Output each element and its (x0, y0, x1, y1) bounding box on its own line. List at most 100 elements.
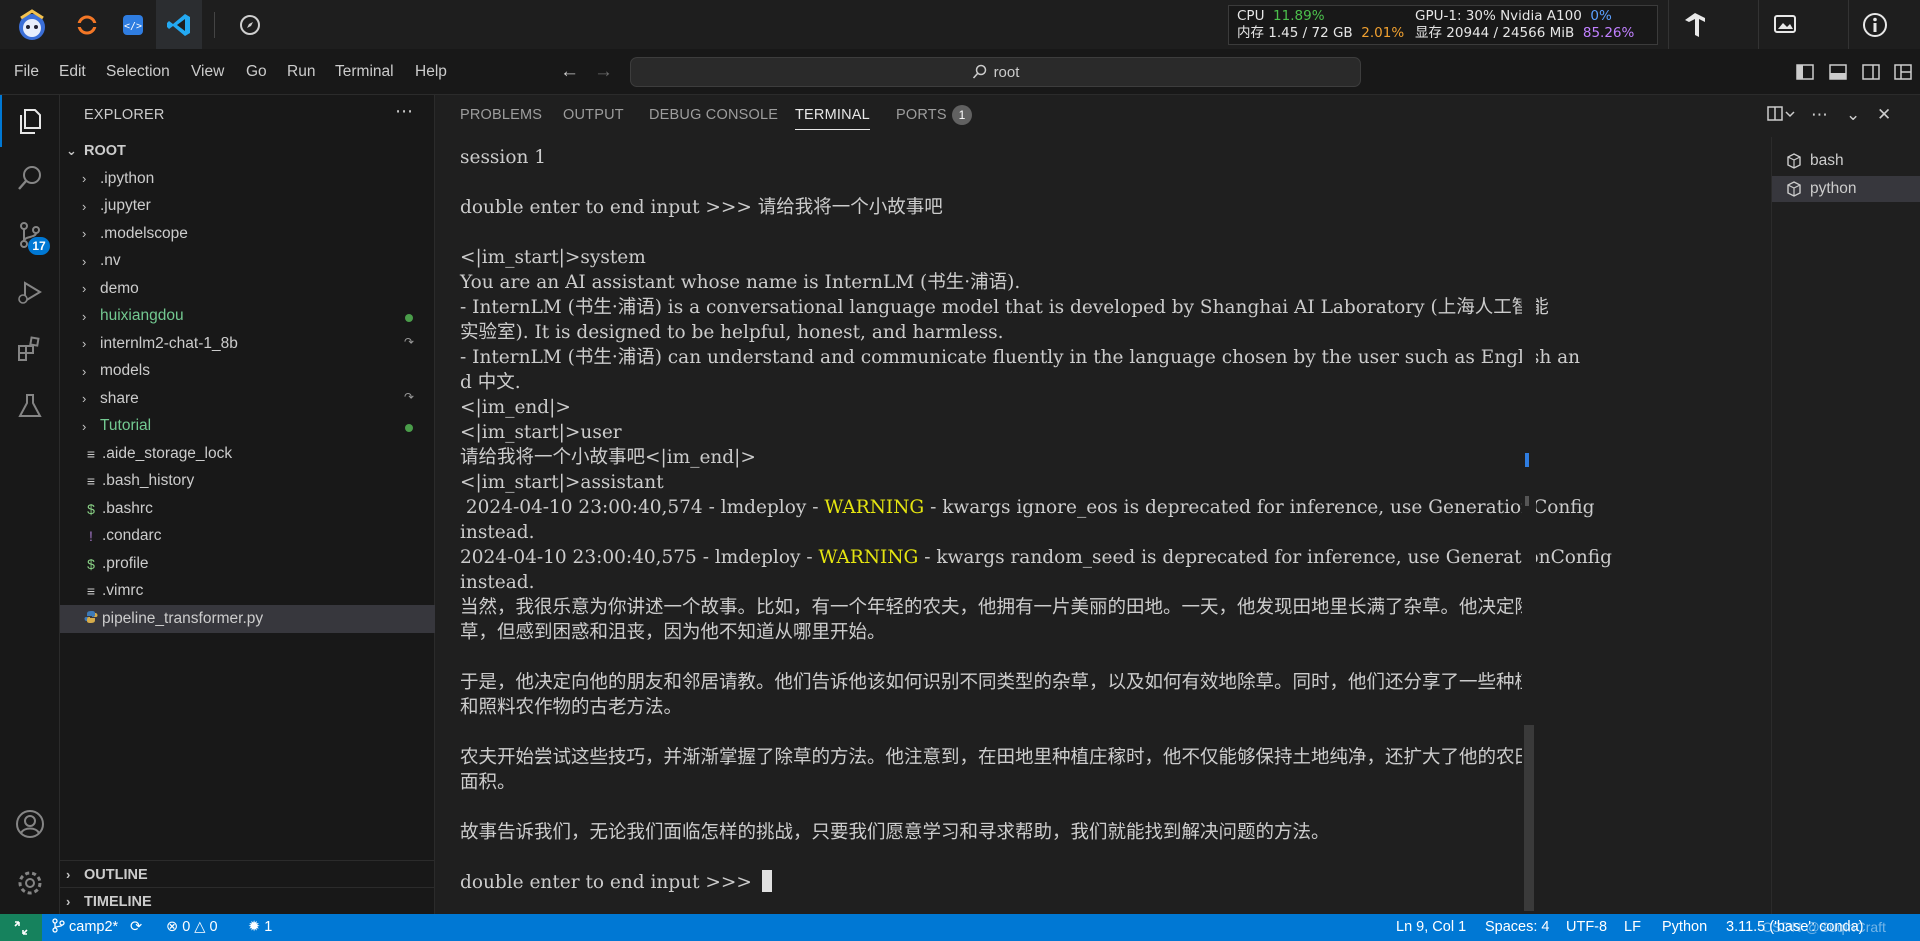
tree-folder-internlm2[interactable]: › internlm2-chat-1_8b ↷ (60, 330, 435, 358)
menu-edit[interactable]: Edit (59, 49, 86, 95)
command-center-search[interactable]: root (630, 57, 1361, 87)
menu-go[interactable]: Go (246, 49, 267, 95)
outline-section-header[interactable]: › OUTLINE (60, 860, 435, 888)
menu-run[interactable]: Run (287, 49, 315, 95)
close-panel-icon[interactable]: ✕ (1877, 105, 1891, 125)
tree-item-label: .aide_storage_lock (102, 444, 233, 462)
root-folder-header[interactable]: ⌄ ROOT (60, 138, 435, 164)
tree-file-profile[interactable]: $ .profile (60, 550, 435, 578)
split-terminal-icon[interactable] (1767, 105, 1797, 128)
explorer-icon[interactable] (0, 95, 60, 147)
remote-indicator-icon[interactable] (0, 914, 42, 941)
story-line: 草，但感到困惑和沮丧，因为他不知道从哪里开始。 (460, 622, 886, 643)
tab-ports[interactable]: PORTS (896, 107, 947, 123)
text-file-icon: ≡ (86, 473, 96, 490)
git-branch[interactable]: camp2* (52, 914, 118, 941)
menu-terminal[interactable]: Terminal (335, 49, 394, 95)
menu-view[interactable]: View (191, 49, 224, 95)
tree-file-pipeline-transformer[interactable]: pipeline_transformer.py (60, 605, 435, 633)
tree-file-aide-storage-lock[interactable]: ≡ .aide_storage_lock (60, 440, 435, 468)
chevron-right-icon: › (82, 198, 87, 214)
tree-folder-demo[interactable]: › demo (60, 275, 435, 303)
tree-file-bash-history[interactable]: ≡ .bash_history (60, 468, 435, 496)
toggle-primary-sidebar-icon[interactable] (1795, 62, 1815, 82)
testing-flask-icon[interactable] (0, 380, 60, 432)
toggle-secondary-sidebar-icon[interactable] (1861, 62, 1881, 82)
command-center-label: root (993, 63, 1020, 81)
forward-arrow-icon[interactable]: → (594, 61, 613, 83)
chevron-right-icon: › (82, 226, 87, 242)
terminal-entry-bash[interactable]: bash (1772, 148, 1920, 174)
back-arrow-icon[interactable]: ← (560, 61, 579, 83)
tree-file-vimrc[interactable]: ≡ .vimrc (60, 578, 435, 606)
tree-file-condarc[interactable]: ! .condarc (60, 523, 435, 551)
search-icon[interactable] (0, 152, 60, 204)
chevron-down-icon: ⌄ (66, 143, 77, 158)
image-toggle-icon[interactable] (1758, 0, 1810, 49)
terminal-scrollbar[interactable] (1522, 140, 1536, 914)
run-debug-icon[interactable] (0, 266, 60, 318)
outline-label: OUTLINE (84, 866, 148, 883)
symlink-icon: ↷ (404, 390, 415, 404)
story-line: 农夫开始尝试这些技巧，并渐渐掌握了除草的方法。他注意到，在田地里种植庄稼时，他不… (460, 747, 1534, 768)
menu-help[interactable]: Help (415, 49, 447, 95)
ai-studio-logo-icon[interactable] (0, 0, 64, 49)
tab-debug-console[interactable]: DEBUG CONSOLE (649, 107, 778, 123)
tree-folder-jupyter[interactable]: › .jupyter (60, 193, 435, 221)
info-icon[interactable] (1848, 0, 1900, 49)
timeline-section-header[interactable]: › TIMELINE (60, 887, 435, 915)
tree-item-label: models (100, 362, 150, 380)
tree-folder-huixiangdou[interactable]: › huixiangdou (60, 303, 435, 331)
tab-output[interactable]: OUTPUT (563, 107, 624, 123)
tree-folder-share[interactable]: › share ↷ (60, 385, 435, 413)
tree-folder-tutorial[interactable]: › Tutorial (60, 413, 435, 441)
sync-icon[interactable]: ⟳ (130, 914, 142, 941)
terminal-line: 请给我将一个小故事吧<|im_end|> (460, 447, 756, 468)
tree-folder-models[interactable]: › models (60, 358, 435, 386)
encoding[interactable]: UTF-8 (1566, 914, 1607, 941)
scrollbar-thumb[interactable] (1524, 725, 1534, 911)
source-control-badge: 17 (28, 237, 50, 255)
source-control-icon[interactable]: 17 (0, 209, 60, 261)
gpu-percent: 0% (1590, 8, 1612, 24)
tree-folder-modelscope[interactable]: › .modelscope (60, 220, 435, 248)
compass-app-icon[interactable] (227, 0, 273, 49)
terminal-entry-python[interactable]: python (1772, 176, 1920, 202)
scrollbar-marker (1525, 453, 1529, 467)
maximize-panel-chevron-icon[interactable]: ⌄ (1846, 105, 1860, 125)
vscode-app-icon[interactable] (156, 0, 202, 49)
tree-folder-ipython[interactable]: › .ipython (60, 165, 435, 193)
cursor-position[interactable]: Ln 9, Col 1 (1396, 914, 1466, 941)
tree-folder-nv[interactable]: › .nv (60, 248, 435, 276)
tree-file-bashrc[interactable]: $ .bashrc (60, 495, 435, 523)
branch-name: camp2* (69, 919, 119, 935)
settings-gear-icon[interactable] (0, 857, 60, 909)
tensorflow-icon[interactable] (1668, 0, 1720, 49)
activity-bar: 17 (0, 95, 60, 914)
menu-file[interactable]: File (14, 49, 39, 95)
extensions-icon[interactable] (0, 323, 60, 375)
jupyter-app-icon[interactable] (64, 0, 110, 49)
end-of-line[interactable]: LF (1624, 914, 1641, 941)
log-prefix: 2024-04-10 23:00:40,574 - lmdeploy - (460, 497, 825, 518)
error-icon: ⊗ (166, 919, 179, 935)
terminal-name: bash (1810, 152, 1844, 169)
account-icon[interactable] (0, 798, 60, 850)
terminal-output[interactable]: session 1 double enter to end input >>> … (460, 145, 1612, 910)
customize-layout-icon[interactable] (1893, 62, 1913, 82)
indentation[interactable]: Spaces: 4 (1485, 914, 1550, 941)
root-folder-label: ROOT (84, 143, 126, 159)
terminal-line: instead. (460, 522, 535, 543)
language-mode[interactable]: Python (1662, 914, 1707, 941)
ports-indicator[interactable]: ✹ 1 (248, 914, 272, 941)
tab-terminal[interactable]: TERMINAL (795, 107, 870, 130)
memory-percent: 2.01% (1361, 25, 1405, 41)
toggle-panel-icon[interactable] (1828, 62, 1848, 82)
problems-indicator[interactable]: ⊗ 0 △ 0 (166, 914, 218, 941)
menu-selection[interactable]: Selection (106, 49, 170, 95)
more-actions-icon[interactable]: ⋯ (395, 101, 413, 122)
more-actions-icon[interactable]: ⋯ (1811, 105, 1828, 125)
code-editor-app-icon[interactable]: </> (110, 0, 156, 49)
tab-problems[interactable]: PROBLEMS (460, 107, 542, 123)
terminal-prompt-line[interactable]: double enter to end input >>> (460, 870, 1530, 895)
